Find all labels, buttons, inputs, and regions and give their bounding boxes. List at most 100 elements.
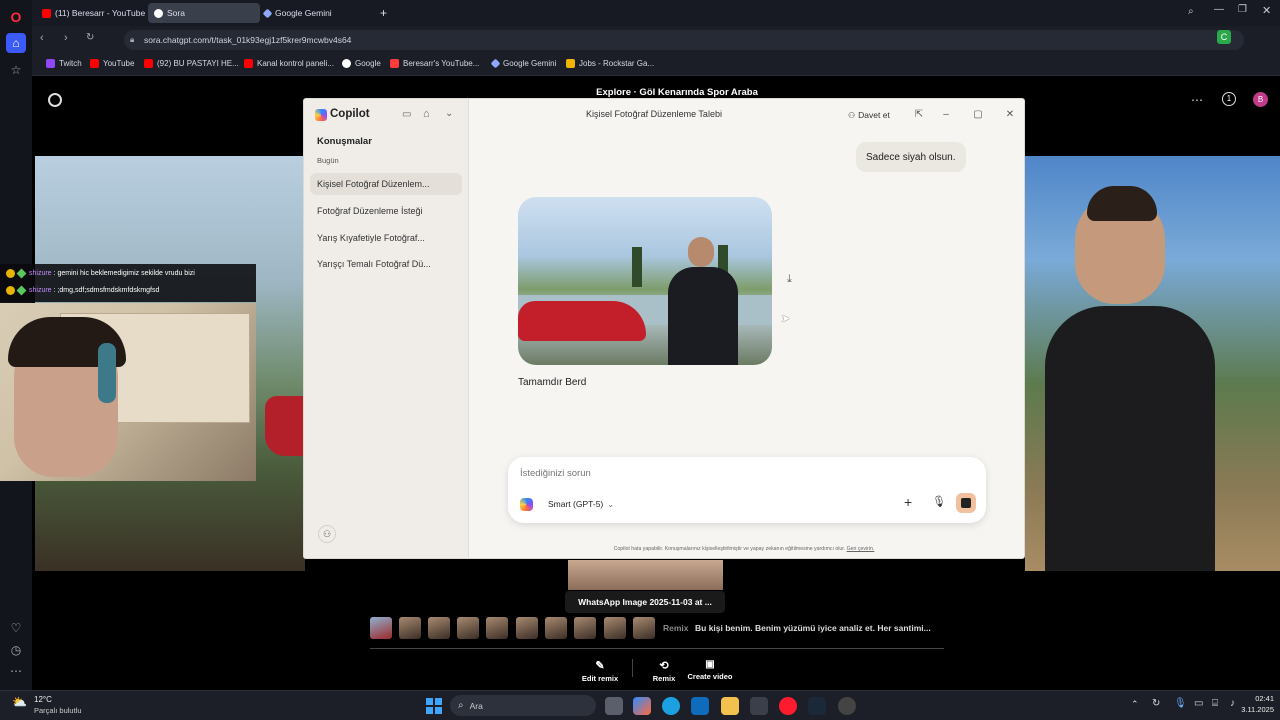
url-field[interactable]: 🔒︎ sora.chatgpt.com/t/task_01k93egj1zf5k… <box>124 30 1244 50</box>
more-options-icon[interactable]: ⋯ <box>1191 93 1203 107</box>
pinboard-icon[interactable]: ☆ <box>6 60 26 80</box>
opera-logo-icon[interactable]: O <box>6 7 26 27</box>
conversation-item[interactable]: Fotoğraf Düzenleme İsteği <box>310 200 462 222</box>
weather-desc: Parçalı bulutlu <box>34 706 82 715</box>
history-icon[interactable]: ◷ <box>6 640 26 660</box>
minimize-icon[interactable]: — <box>1214 4 1224 15</box>
start-icon[interactable] <box>426 698 442 714</box>
sidebar-toggle-icon[interactable]: ▭ <box>402 109 411 120</box>
edit-remix-button[interactable]: ✎ Edit remix <box>570 659 630 683</box>
microphone-icon[interactable]: 🎙︎ <box>932 495 946 508</box>
opt-out-link[interactable]: Geri çevirin. <box>847 546 875 552</box>
thumbnail-item[interactable] <box>457 617 479 639</box>
opera-icon[interactable] <box>779 697 797 715</box>
stop-button[interactable] <box>956 493 976 513</box>
back-icon[interactable]: ‹ <box>40 32 44 44</box>
app-name: Copilot <box>330 108 370 120</box>
hover-thumbnail <box>568 560 723 590</box>
minimize-icon[interactable]: – <box>939 109 953 120</box>
model-selector[interactable]: Smart (GPT-5) ⌄ <box>548 497 614 511</box>
source-image-right <box>1025 156 1280 571</box>
tray-chevron-icon[interactable]: ⌃ <box>1131 699 1139 710</box>
reload-icon[interactable]: ↻ <box>86 32 94 43</box>
clock-time[interactable]: 02:41 <box>1246 694 1274 703</box>
stop-icon <box>961 498 971 508</box>
thumbnail-item[interactable] <box>604 617 626 639</box>
weather-icon[interactable]: ⛅ <box>12 695 27 709</box>
download-icon[interactable]: ⤓ <box>787 273 792 286</box>
chat-input[interactable] <box>520 465 960 481</box>
invite-label: Davet et <box>858 110 890 120</box>
thumbnail-item[interactable] <box>633 617 655 639</box>
conversation-item[interactable]: Yarışçı Temalı Fotoğraf Dü... <box>310 253 462 275</box>
chat-user: shizure <box>29 270 52 277</box>
taskbar-search[interactable]: ⌕ Ara <box>450 695 596 716</box>
person-add-icon: ⚇ <box>848 110 856 120</box>
gemini-icon <box>490 58 501 69</box>
mic-tray-icon[interactable]: 🎙︎ <box>1174 698 1187 709</box>
settings-icon[interactable] <box>838 697 856 715</box>
thumbnail-item[interactable] <box>370 617 392 639</box>
popout-icon[interactable]: ⇱ <box>912 109 926 120</box>
disclaimer-text: Copilot hata yapabilir. Konuşmalarınız k… <box>613 546 846 552</box>
home-icon[interactable]: ⌂ <box>423 108 430 120</box>
account-icon[interactable]: ⚇ <box>318 525 336 543</box>
maximize-icon[interactable]: ▢ <box>971 109 985 120</box>
close-window-icon[interactable]: ✕ <box>1262 4 1271 17</box>
channel-icon <box>390 59 399 68</box>
thumbnail-item[interactable] <box>545 617 567 639</box>
generated-image[interactable] <box>518 197 772 365</box>
search-tabs-icon[interactable]: ⌕ <box>1188 6 1194 17</box>
display-icon[interactable]: ▭ <box>1194 698 1203 709</box>
create-video-button[interactable]: ▣ Create video <box>680 659 740 681</box>
bookmark-twitch[interactable]: Twitch <box>46 59 82 68</box>
outlook-icon[interactable] <box>691 697 709 715</box>
thumbnail-item[interactable] <box>574 617 596 639</box>
store-icon[interactable] <box>750 697 768 715</box>
lock-icon: 🔒︎ <box>130 35 135 44</box>
heart-icon[interactable]: ♡ <box>6 618 26 638</box>
openai-logo-icon[interactable] <box>48 93 62 107</box>
new-tab-button[interactable]: + <box>374 3 392 23</box>
bookmark-gemini[interactable]: Google Gemini <box>490 58 556 69</box>
red-sports-car <box>518 301 646 341</box>
thumbnail-item[interactable] <box>399 617 421 639</box>
home-icon[interactable]: ⌂ <box>6 33 26 53</box>
file-explorer-icon[interactable] <box>721 697 739 715</box>
copilot-taskbar-icon[interactable] <box>633 697 651 715</box>
thumbnail-item[interactable] <box>486 617 508 639</box>
steam-icon[interactable] <box>808 697 826 715</box>
profile-icon[interactable]: C <box>1217 30 1231 44</box>
chevron-down-icon[interactable]: ⌄ <box>445 108 453 119</box>
bookmark-pasta[interactable]: (92) BU PASTAYI HE... <box>144 59 239 68</box>
bookmark-youtube[interactable]: YouTube <box>90 59 134 68</box>
bookmark-beresarr[interactable]: Beresarr's YouTube... <box>390 59 479 68</box>
conversation-item[interactable]: Yarış Kıyafetiyle Fotoğraf... <box>310 227 462 249</box>
edge-icon[interactable] <box>662 697 680 715</box>
add-icon[interactable]: + <box>904 494 912 510</box>
twitch-icon <box>46 59 55 68</box>
conversation-item[interactable]: Kişisel Fotoğraf Düzenlem... <box>310 173 462 195</box>
notification-badge[interactable]: 1 <box>1222 92 1236 106</box>
bookmark-google[interactable]: Google <box>342 59 381 68</box>
thumbnail-item[interactable] <box>428 617 450 639</box>
network-icon[interactable]: ⌸ <box>1212 698 1218 709</box>
tab-youtube[interactable]: (11) Beresarr - YouTube <box>36 3 146 23</box>
thumbnail-item[interactable] <box>516 617 538 639</box>
task-view-icon[interactable] <box>605 697 623 715</box>
tab-gemini[interactable]: Google Gemini <box>258 3 372 23</box>
forward-icon[interactable]: › <box>64 32 68 44</box>
remix-tag: Remix <box>663 623 689 633</box>
bookmark-rockstar[interactable]: Jobs - Rockstar Ga... <box>566 59 654 68</box>
avatar[interactable]: B <box>1253 92 1268 107</box>
bookmark-kanal[interactable]: Kanal kontrol paneli... <box>244 59 334 68</box>
close-icon[interactable]: ✕ <box>1003 109 1017 120</box>
invite-button[interactable]: ⚇ Davet et <box>848 107 890 123</box>
prompt-text[interactable]: Bu kişi benim. Benim yüzümü iyice analiz… <box>695 623 931 633</box>
sync-icon[interactable]: ↻ <box>1152 698 1160 709</box>
tab-sora[interactable]: Sora <box>148 3 260 23</box>
car-image <box>265 396 305 456</box>
more-icon[interactable]: ⋯ <box>6 661 26 681</box>
restore-icon[interactable]: ❐ <box>1238 4 1247 15</box>
clock-date[interactable]: 3.11.2025 <box>1232 705 1274 714</box>
